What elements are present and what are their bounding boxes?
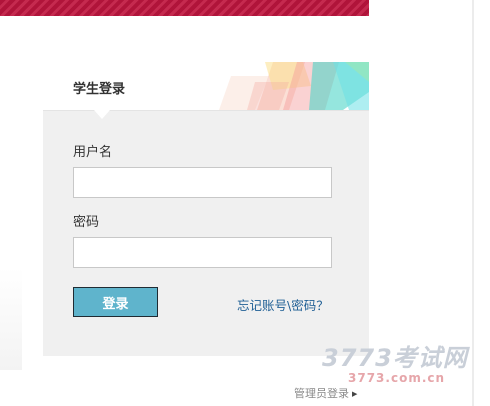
admin-login-link[interactable]: 管理员登录 ▶ xyxy=(294,385,357,401)
left-panel-edge xyxy=(0,268,22,370)
password-input[interactable] xyxy=(73,237,332,268)
login-title: 学生登录 xyxy=(73,82,126,97)
password-label: 密码 xyxy=(73,215,100,230)
triangle-right-icon: ▶ xyxy=(352,390,358,398)
header-pointer-arrow xyxy=(94,110,110,119)
forgot-password-link[interactable]: 忘记账号\密码？ xyxy=(237,295,329,314)
login-header: 学生登录 xyxy=(43,62,369,111)
login-button[interactable]: 登录 xyxy=(73,287,158,317)
admin-login-label: 管理员登录 xyxy=(294,387,349,400)
username-input[interactable] xyxy=(73,167,332,198)
top-banner xyxy=(0,0,369,16)
site-watermark: 3773考试网 3773.com.cn xyxy=(322,338,482,386)
watermark-url: 3773.com.cn xyxy=(348,371,446,385)
watermark-brand: 3773考试网 xyxy=(322,344,468,372)
student-login-panel: 学生登录 用户名 密码 登录 忘记账号\密码？ xyxy=(43,62,369,356)
username-label: 用户名 xyxy=(73,145,113,160)
